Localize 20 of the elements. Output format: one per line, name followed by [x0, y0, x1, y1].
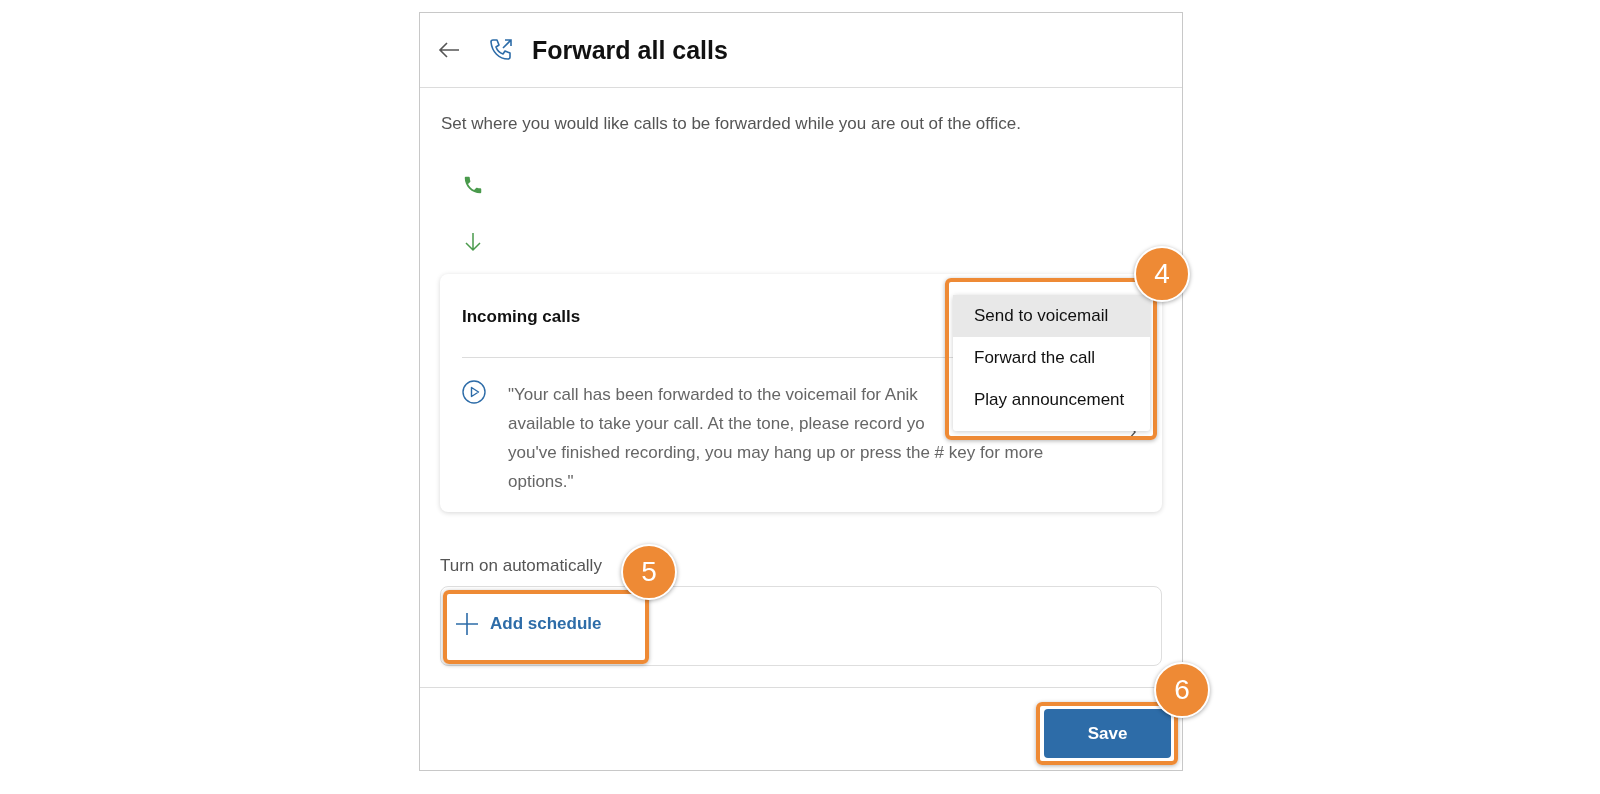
plus-icon — [456, 613, 478, 635]
dialog-title: Forward all calls — [532, 35, 728, 65]
back-icon[interactable] — [438, 42, 460, 58]
announcement-text-line: options." — [508, 471, 574, 493]
menu-option[interactable]: Send to voicemail — [953, 295, 1150, 337]
save-button[interactable]: Save — [1044, 709, 1171, 758]
down-arrow-icon — [465, 232, 481, 252]
phone-forward-icon — [488, 37, 514, 63]
announcement-text-line: you've finished recording, you may hang up or press the # key for more — [508, 442, 1044, 464]
step-badge: 4 — [1134, 246, 1190, 302]
announcement-text-line: available to take your call. At the tone, please record yo — [508, 413, 925, 435]
announcement-text-line: "Your call has been forwarded to the voicemail for Anik — [508, 384, 918, 406]
description-text: Set where you would like calls to be forwarded while you are out of the office. — [441, 114, 1022, 134]
add-schedule-button[interactable]: Add schedule — [456, 613, 602, 635]
section-label: Turn on automatically — [440, 556, 602, 576]
step-badge: 6 — [1154, 662, 1210, 718]
phone-icon — [462, 174, 484, 196]
step-badge: 5 — [621, 544, 677, 600]
menu-option[interactable]: Play announcement — [953, 379, 1150, 421]
play-icon[interactable] — [462, 380, 486, 404]
